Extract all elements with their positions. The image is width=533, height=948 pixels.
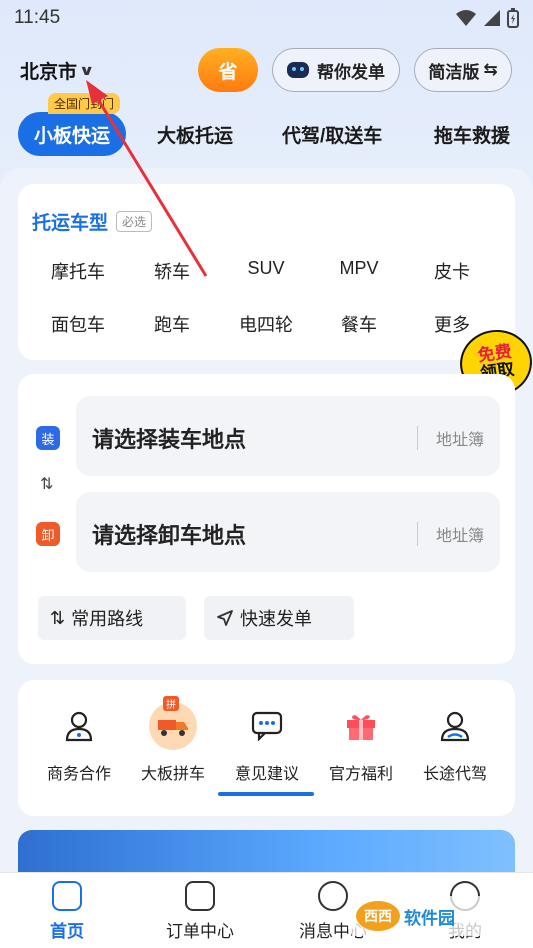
help-order-label: 帮你发单	[317, 62, 385, 82]
service-label: 意见建议	[234, 766, 299, 783]
help-order-button[interactable]: 帮你发单	[272, 48, 400, 92]
home-icon	[52, 881, 82, 911]
gift-icon	[337, 702, 385, 750]
vehicle-type-option[interactable]: SUV	[226, 258, 306, 279]
watermark-logo: 西西	[356, 901, 400, 931]
hot-tag: 全国门到门	[48, 93, 121, 114]
vehicle-type-option[interactable]: 餐车	[319, 311, 399, 337]
vehicle-type-option[interactable]: MPV	[319, 258, 399, 279]
service-label: 商务合作	[46, 766, 111, 783]
service-welfare[interactable]: 官方福利	[316, 702, 406, 784]
tab-towing[interactable]: 拖车救援	[434, 112, 510, 156]
promo-banner[interactable]	[18, 830, 515, 874]
person-icon	[55, 702, 103, 750]
load-badge: 装	[36, 426, 60, 450]
vehicle-type-card: 托运车型 必选 摩托车 轿车 SUV MPV 皮卡 面包车 跑车 电四轮 餐车 …	[18, 184, 515, 360]
service-tabs: 小板快运 大板托运 代驾/取送车 拖车救援	[0, 112, 533, 158]
switch-arrows-icon: ⇆	[483, 60, 498, 79]
swap-icon[interactable]: ⇅	[40, 474, 53, 494]
unload-address-field[interactable]: 请选择卸车地点 地址簿	[76, 492, 500, 572]
city-name: 北京市	[20, 61, 78, 83]
vehicle-type-option[interactable]: 皮卡	[412, 258, 492, 284]
service-carpool[interactable]: 拼 大板拼车	[128, 696, 218, 784]
watermark-text: 软件园	[404, 908, 455, 928]
clipboard-icon	[185, 881, 215, 911]
watermark: 西西 软件园	[348, 896, 520, 936]
driver-icon	[431, 702, 479, 750]
simple-mode-label: 简洁版	[428, 62, 480, 82]
vehicle-type-option[interactable]: 电四轮	[226, 311, 306, 337]
services-card: 商务合作 拼 大板拼车 意见建议 官方福利 长途代驾	[18, 680, 515, 816]
load-address-field[interactable]: 请选择装车地点 地址簿	[76, 396, 500, 476]
vehicle-type-option[interactable]: 摩托车	[38, 258, 118, 284]
vehicle-type-heading: 托运车型	[32, 213, 109, 234]
service-label: 长途代驾	[422, 766, 487, 783]
route-icon: ⇅	[50, 607, 66, 628]
saver-button[interactable]: 省	[198, 48, 258, 92]
wifi-icon	[456, 10, 476, 26]
status-icons	[455, 8, 519, 28]
unload-address-book-link[interactable]: 地址簿	[416, 522, 484, 546]
robot-icon	[287, 62, 309, 78]
simple-mode-button[interactable]: 简洁版 ⇆	[414, 48, 512, 92]
common-route-button[interactable]: ⇅ 常用路线	[38, 596, 186, 640]
carpool-badge: 拼	[163, 696, 179, 711]
header: 北京市 ∨ 省 帮你发单 简洁版 ⇆	[0, 46, 533, 94]
vehicle-type-title: 托运车型 必选	[32, 208, 153, 235]
tab-large-board[interactable]: 大板托运	[157, 112, 233, 156]
quick-order-label: 快速发单	[240, 609, 312, 629]
nav-label: 订单中心	[166, 922, 234, 941]
send-icon	[217, 610, 233, 626]
status-time: 11:45	[14, 7, 61, 28]
address-card: 装 请选择装车地点 地址簿 ⇅ 卸 请选择卸车地点 地址簿 ⇅ 常用路线 快速发…	[18, 374, 515, 664]
nav-label: 首页	[50, 922, 84, 941]
required-tag: 必选	[116, 211, 153, 232]
message-icon	[318, 881, 348, 911]
service-label: 大板拼车	[140, 766, 205, 783]
tab-small-board[interactable]: 小板快运	[18, 112, 127, 156]
status-bar: 11:45	[0, 0, 533, 36]
service-feedback[interactable]: 意见建议	[222, 702, 312, 784]
service-label: 官方福利	[328, 766, 393, 783]
truck-icon: 拼	[149, 696, 197, 750]
service-business[interactable]: 商务合作	[34, 702, 124, 784]
tab-chauffeur[interactable]: 代驾/取送车	[282, 112, 382, 156]
chat-icon	[243, 702, 291, 750]
unload-badge: 卸	[36, 522, 60, 546]
quick-order-button[interactable]: 快速发单	[204, 596, 354, 640]
nav-home[interactable]: 首页	[12, 881, 122, 942]
battery-icon	[507, 8, 519, 28]
vehicle-type-option[interactable]: 面包车	[38, 311, 118, 337]
common-route-label: 常用路线	[71, 609, 144, 629]
vehicle-type-option[interactable]: 轿车	[132, 258, 212, 284]
saver-label: 省	[218, 61, 238, 83]
chevron-down-icon: ∨	[78, 61, 95, 78]
service-long-distance[interactable]: 长途代驾	[410, 702, 500, 784]
vehicle-type-option[interactable]: 跑车	[132, 311, 212, 337]
scroll-indicator	[218, 792, 314, 796]
unload-address-placeholder: 请选择卸车地点	[92, 523, 247, 548]
load-address-book-link[interactable]: 地址簿	[416, 426, 484, 450]
load-address-placeholder: 请选择装车地点	[92, 427, 247, 452]
nav-orders[interactable]: 订单中心	[145, 881, 255, 942]
signal-icon	[484, 10, 500, 26]
city-selector[interactable]: 北京市 ∨	[20, 57, 95, 84]
